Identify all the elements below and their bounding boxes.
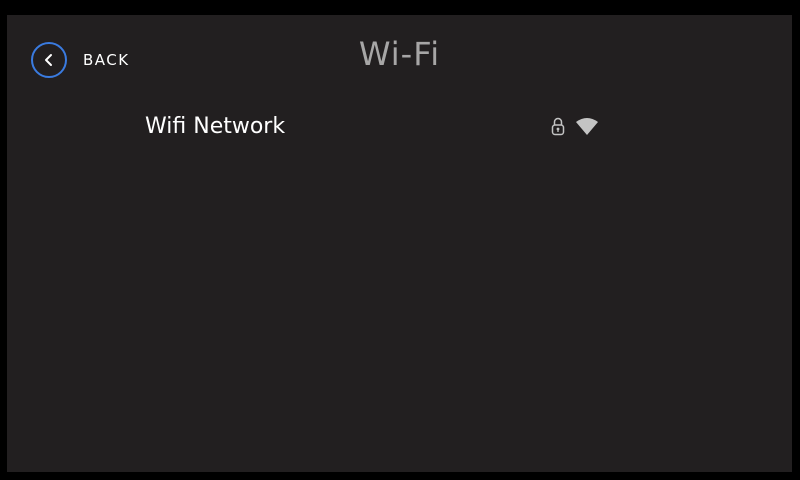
page-title: Wi-Fi	[358, 35, 441, 73]
network-list-item[interactable]: Wifi Network	[145, 106, 605, 146]
wifi-settings-screen: BACK Wi-Fi Wifi Network	[7, 15, 792, 472]
network-name: Wifi Network	[145, 113, 286, 139]
wifi-signal-icon	[576, 118, 598, 135]
network-status-icons	[551, 116, 599, 136]
lock-icon	[551, 117, 565, 136]
